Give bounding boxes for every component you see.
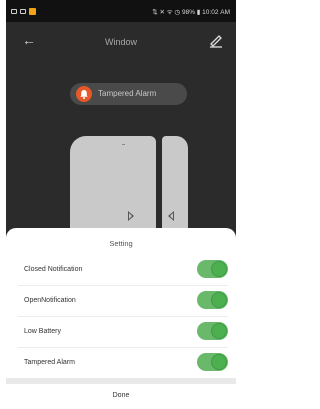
- sensor-indicator: [122, 144, 125, 145]
- setting-row-low-battery: Low Battery: [6, 317, 236, 348]
- sheet-separator: [6, 378, 236, 384]
- bell-icon: [76, 86, 92, 102]
- done-button[interactable]: Done: [6, 386, 236, 406]
- toggle-knob: [211, 292, 227, 308]
- alarm-label: Tampered Alarm: [98, 89, 157, 98]
- toggle-knob: [211, 354, 227, 370]
- tampered-alarm-toggle[interactable]: [197, 353, 228, 371]
- closed-notification-toggle[interactable]: [197, 260, 228, 278]
- open-notification-toggle[interactable]: [197, 291, 228, 309]
- device-area: Tampered Alarm: [6, 62, 236, 246]
- setting-label: Tampered Alarm: [24, 359, 75, 366]
- low-battery-toggle[interactable]: [197, 322, 228, 340]
- edit-pencil-icon[interactable]: [208, 32, 224, 48]
- app-notification-icon: [29, 8, 36, 15]
- setting-label: Low Battery: [24, 328, 61, 335]
- page-title: Window: [104, 37, 137, 47]
- toggle-knob: [211, 323, 227, 339]
- screenshot-icon: [11, 9, 17, 14]
- setting-row-tampered-alarm: Tampered Alarm: [6, 348, 236, 379]
- toggle-knob: [211, 261, 227, 277]
- tampered-alarm-badge: Tampered Alarm: [70, 83, 187, 105]
- status-right-text: ⇅ ✕ ᯤ ◷ 98% ▮ 10:02 AM: [152, 9, 230, 16]
- app-screen: ⇅ ✕ ᯤ ◷ 98% ▮ 10:02 AM ← Window Tampered…: [6, 0, 236, 409]
- image-icon: [20, 9, 26, 14]
- settings-sheet: Setting Closed Notification OpenNotifica…: [6, 228, 236, 409]
- alignment-arrow-right-icon: [128, 211, 134, 221]
- sheet-title: Setting: [109, 239, 133, 248]
- top-bar: ← Window: [6, 22, 236, 62]
- setting-label: Closed Notification: [24, 266, 83, 273]
- setting-row-open-notification: OpenNotification: [6, 286, 236, 317]
- setting-row-closed-notification: Closed Notification: [6, 255, 236, 286]
- status-left-icons: [11, 8, 36, 15]
- alignment-arrow-left-icon: [168, 211, 174, 221]
- setting-label: OpenNotification: [24, 297, 76, 304]
- status-bar: ⇅ ✕ ᯤ ◷ 98% ▮ 10:02 AM: [6, 0, 236, 22]
